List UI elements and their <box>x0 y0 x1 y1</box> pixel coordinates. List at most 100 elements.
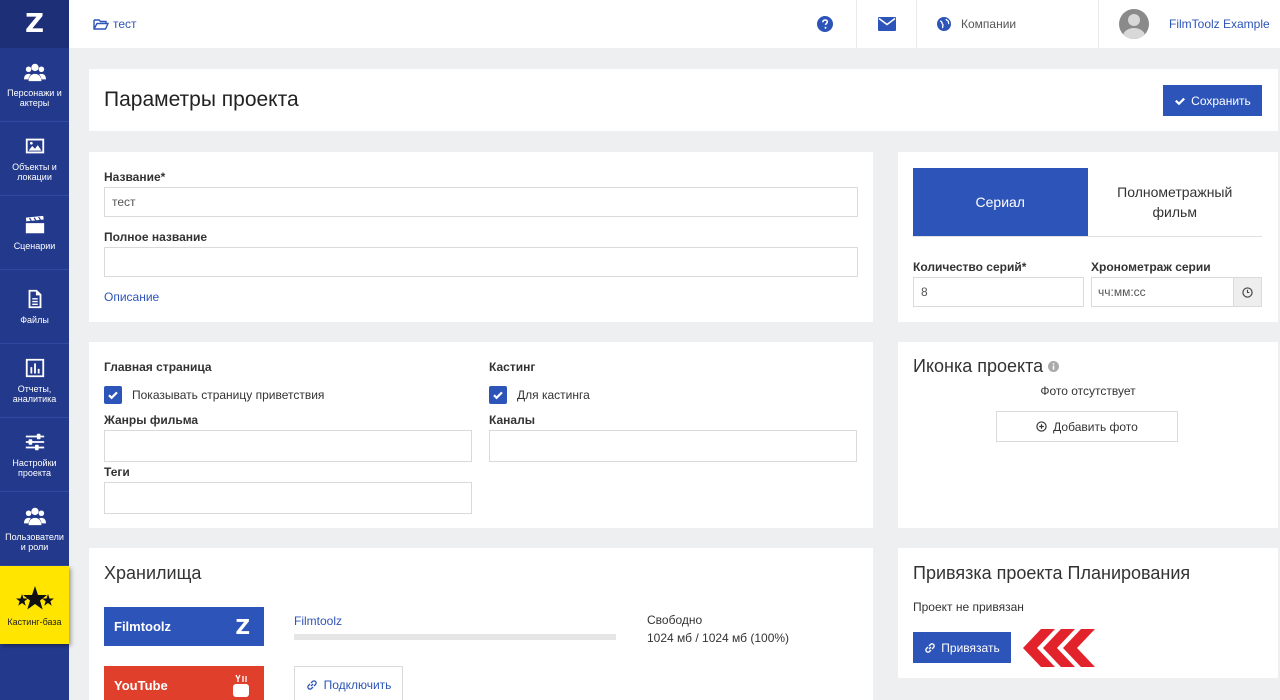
casting-checkbox[interactable]: Для кастинга <box>489 386 590 404</box>
free-space-value: 1024 мб / 1024 мб (100%) <box>647 631 790 645</box>
checkbox-checked[interactable] <box>104 386 122 404</box>
storage-panel: Хранилища Filmtoolz Z Filmtoolz Свободно… <box>89 548 873 700</box>
basic-info-panel: Название* тест Полное название Описание <box>89 152 873 322</box>
sliders-icon <box>25 433 44 451</box>
planning-title: Привязка проекта Планирования <box>913 563 1191 583</box>
project-type-tabs: Сериал Полнометражный фильм <box>913 168 1262 237</box>
messages-button[interactable] <box>856 0 916 48</box>
sidebar-item-label: Отчеты, аналитика <box>12 384 57 404</box>
sidebar-item-label: Кастинг-база <box>7 616 62 627</box>
genres-field[interactable] <box>104 430 472 462</box>
question-circle-icon <box>817 16 833 32</box>
bind-label: Привязать <box>941 640 1000 655</box>
check-icon <box>493 391 503 400</box>
project-type-panel: Сериал Полнометражный фильм Количество с… <box>898 152 1278 322</box>
tags-label: Теги <box>104 465 130 479</box>
sidebar-item-label: Объекты и локации <box>12 162 57 182</box>
sidebar-item-characters[interactable]: Персонажи и актеры <box>0 48 69 122</box>
breadcrumb[interactable]: тест <box>93 17 137 31</box>
file-icon <box>28 289 41 309</box>
settings-panel: Главная страница Показывать страницу при… <box>89 342 873 528</box>
user-name: FilmToolz Example <box>1169 17 1270 31</box>
stars-icon <box>15 585 54 609</box>
sidebar-item-project-settings[interactable]: Настройки проекта <box>0 418 69 492</box>
envelope-icon <box>877 17 896 31</box>
sidebar-item-label: Файлы <box>20 315 49 325</box>
project-icon-title: Иконка проекта <box>913 356 1060 377</box>
casting-label: Кастинг <box>489 360 536 374</box>
connect-label: Подключить <box>323 678 392 692</box>
full-name-field[interactable] <box>104 247 858 277</box>
no-photo-text: Фото отсутствует <box>1040 384 1136 398</box>
storage-usage-bar <box>294 634 616 640</box>
name-field[interactable]: тест <box>104 187 858 217</box>
free-space-label: Свободно <box>647 613 703 627</box>
name-label: Название* <box>104 170 166 184</box>
companies-menu[interactable]: Компании <box>916 0 1098 48</box>
users-icon <box>23 63 46 82</box>
check-icon <box>108 391 118 400</box>
filmtoolz-storage-link[interactable]: Filmtoolz <box>294 614 342 628</box>
duration-label: Хронометраж серии <box>1091 260 1211 274</box>
storage-title: Хранилища <box>104 563 202 583</box>
planning-link-panel: Привязка проекта Планирования Проект не … <box>898 548 1278 678</box>
channels-field[interactable] <box>489 430 857 462</box>
avatar <box>1119 9 1149 39</box>
checkbox-checked[interactable] <box>489 386 507 404</box>
plus-circle-icon <box>1036 421 1047 432</box>
info-icon[interactable] <box>1048 361 1060 372</box>
save-label: Сохранить <box>1191 93 1251 108</box>
youtube-storage-logo: YouTube <box>104 666 264 700</box>
bind-project-button[interactable]: Привязать <box>913 632 1011 663</box>
tab-feature-film[interactable]: Полнометражный фильм <box>1088 168 1263 236</box>
duration-clock-button[interactable] <box>1234 277 1262 307</box>
sidebar-item-label: Пользователи и роли <box>5 532 64 552</box>
project-icon-panel: Иконка проекта Фото отсутствует Добавить… <box>898 342 1278 528</box>
sidebar-item-label: Персонажи и актеры <box>7 88 62 108</box>
connect-youtube-button[interactable]: Подключить <box>294 666 403 700</box>
companies-label: Компании <box>961 17 1017 31</box>
sidebar: Z Персонажи и актеры Объекты и локации С… <box>0 0 69 700</box>
tags-field[interactable] <box>104 482 472 514</box>
breadcrumb-project[interactable]: тест <box>113 17 137 31</box>
youtube-icon <box>233 674 249 697</box>
sidebar-item-scripts[interactable]: Сценарии <box>0 196 69 270</box>
add-photo-button[interactable]: Добавить фото <box>996 411 1178 442</box>
genres-label: Жанры фильма <box>104 413 199 427</box>
episodes-count-field[interactable]: 8 <box>913 277 1084 307</box>
image-icon <box>25 138 44 154</box>
user-menu[interactable]: FilmToolz Example <box>1098 0 1280 48</box>
attention-arrows-icon <box>1023 629 1095 667</box>
clock-icon <box>1242 286 1253 298</box>
link-icon <box>306 680 317 690</box>
link-icon <box>925 642 936 653</box>
check-icon <box>1175 97 1186 105</box>
planning-status: Проект не привязан <box>913 600 1024 614</box>
top-bar: тест Компании FilmToolz Example <box>69 0 1280 48</box>
folder-open-icon <box>93 18 109 30</box>
duration-input-group: чч:мм:сс <box>1091 277 1262 307</box>
description-link[interactable]: Описание <box>104 290 159 304</box>
full-name-label: Полное название <box>104 230 208 244</box>
youtube-brand: YouTube <box>114 678 168 693</box>
filmtoolz-z-logo: Z <box>235 614 250 639</box>
sidebar-item-label: Настройки проекта <box>12 458 57 478</box>
sidebar-item-reports[interactable]: Отчеты, аналитика <box>0 344 69 418</box>
sidebar-item-files[interactable]: Файлы <box>0 270 69 344</box>
welcome-page-label: Показывать страницу приветствия <box>132 388 325 402</box>
add-photo-label: Добавить фото <box>1053 419 1138 434</box>
tab-series[interactable]: Сериал <box>913 168 1088 236</box>
app-logo[interactable]: Z <box>0 0 69 48</box>
sidebar-item-objects[interactable]: Объекты и локации <box>0 122 69 196</box>
welcome-page-checkbox[interactable]: Показывать страницу приветствия <box>104 386 324 404</box>
sidebar-item-users-roles[interactable]: Пользователи и роли <box>0 492 69 566</box>
page-title: Параметры проекта <box>104 88 299 111</box>
help-button[interactable] <box>794 0 856 48</box>
episode-duration-field[interactable]: чч:мм:сс <box>1091 277 1234 307</box>
sidebar-item-label: Сценарии <box>13 241 56 251</box>
save-button[interactable]: Сохранить <box>1163 85 1262 116</box>
title-panel: Параметры проекта Сохранить <box>89 69 1278 131</box>
users-icon <box>23 507 46 526</box>
sidebar-item-casting-base[interactable]: Кастинг-база <box>0 566 69 644</box>
episodes-label: Количество серий* <box>913 260 1027 274</box>
